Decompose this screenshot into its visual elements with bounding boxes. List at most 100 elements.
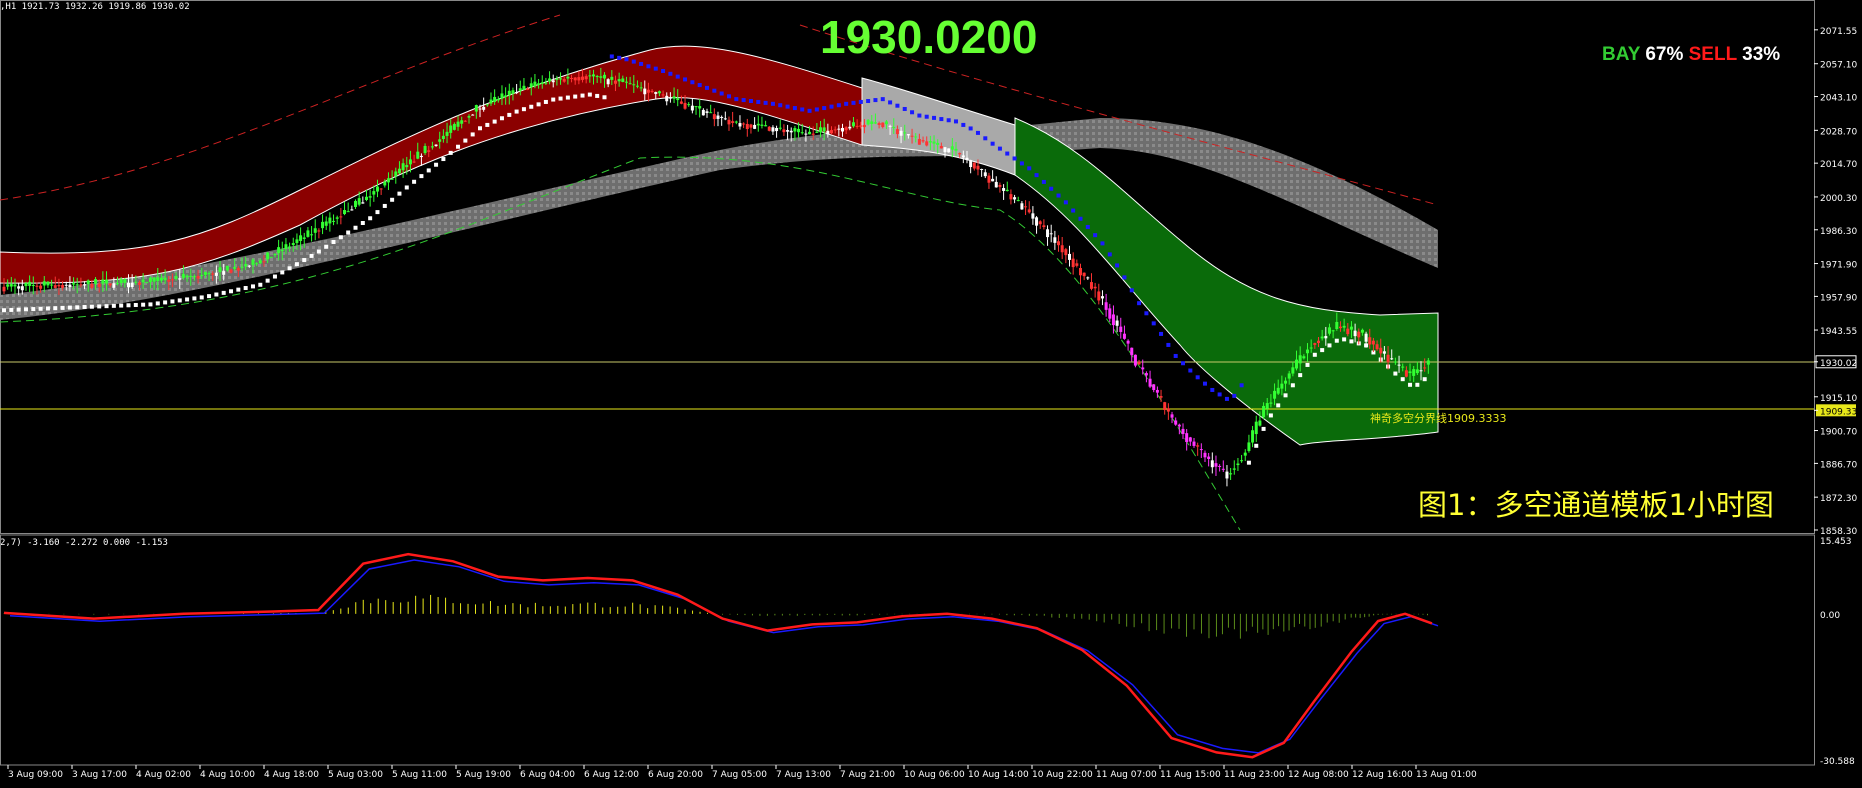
candle-body — [515, 92, 519, 94]
candle-body — [412, 161, 416, 163]
trend-dot — [397, 191, 402, 196]
trend-dot — [683, 77, 688, 82]
trend-dot — [756, 99, 761, 104]
candle-body — [1049, 233, 1053, 235]
candle-body — [1188, 437, 1192, 442]
candle-body — [1232, 468, 1236, 470]
candle-body — [819, 127, 823, 133]
candle-body — [1196, 445, 1200, 447]
candle-body — [859, 125, 863, 127]
candle-body — [192, 276, 196, 278]
candle-body — [881, 122, 885, 128]
candle-body — [1207, 456, 1211, 459]
trend-dot — [133, 302, 138, 307]
candle-body — [950, 146, 954, 150]
candle-body — [474, 105, 478, 112]
trend-dot — [492, 119, 497, 124]
trend-dot — [1283, 393, 1288, 398]
time-tick-label: 13 Aug 01:00 — [1416, 770, 1477, 780]
candle-body — [895, 129, 899, 135]
candle-body — [1240, 460, 1244, 462]
candle-body — [57, 285, 61, 287]
candle-body — [185, 275, 189, 278]
candle-body — [1243, 452, 1247, 456]
candle-body — [690, 105, 694, 111]
trend-dot — [229, 289, 234, 294]
candle-body — [635, 85, 639, 87]
candle-body — [258, 260, 262, 264]
candle-body — [1302, 356, 1306, 359]
candle-body — [394, 171, 398, 177]
trend-dot — [360, 221, 365, 226]
trend-dot — [1166, 342, 1171, 347]
indicator-panel-frame — [0, 534, 1815, 766]
candle-body — [1306, 349, 1310, 354]
price-axis: 2071.55 2057.10 2043.10 2028.70 2014.70 2000.… — [1814, 27, 1857, 537]
candle-body — [738, 123, 742, 127]
candle-body — [1415, 369, 1419, 374]
candle-body — [668, 97, 672, 99]
candle-body — [866, 119, 870, 125]
candle-body — [1298, 355, 1302, 364]
candle-body — [592, 74, 596, 77]
trend-dot — [1093, 233, 1098, 238]
candle-body — [386, 178, 390, 183]
candle-body — [123, 279, 127, 283]
candle-body — [877, 123, 881, 125]
trend-dot — [9, 307, 14, 312]
candle-body — [639, 87, 643, 89]
trend-dot — [551, 97, 556, 102]
time-tick-label: 3 Aug 17:00 — [72, 770, 127, 780]
trend-dot — [1100, 241, 1105, 246]
trend-dot — [1312, 352, 1317, 357]
candle-body — [526, 88, 530, 90]
time-tick-label: 7 Aug 21:00 — [840, 770, 895, 780]
candle-body — [1002, 188, 1006, 191]
trend-dot — [119, 303, 124, 308]
candle-body — [775, 127, 779, 132]
candle-body — [826, 130, 830, 135]
candle-body — [573, 77, 577, 81]
candle-body — [1013, 197, 1017, 200]
candle-body — [1086, 277, 1090, 279]
candle-body — [753, 124, 757, 129]
candle-body — [862, 124, 866, 128]
trend-dot — [45, 306, 50, 311]
candle-body — [1115, 320, 1119, 326]
trend-dot — [272, 274, 277, 279]
candle-body — [379, 188, 383, 190]
candle-body — [75, 284, 79, 286]
candle-body — [928, 141, 932, 143]
candle-body — [247, 265, 251, 267]
candle-body — [540, 82, 544, 84]
trend-dot — [565, 95, 570, 100]
trend-dot — [880, 97, 885, 102]
candle-body — [354, 200, 358, 208]
price-tick-label: 1872.30 — [1820, 494, 1857, 504]
candle-body — [332, 220, 336, 222]
trend-dot — [1305, 362, 1310, 367]
candle-body — [339, 216, 343, 218]
trend-dot — [814, 107, 819, 112]
candle-body — [42, 281, 46, 286]
candle-body — [731, 121, 735, 123]
candle-body — [1404, 370, 1408, 377]
candle-body — [1144, 373, 1148, 376]
candle-body — [1024, 206, 1028, 208]
candle-body — [196, 275, 200, 279]
candle-body — [13, 284, 17, 287]
candle-body — [1419, 370, 1423, 372]
trend-dot — [975, 130, 980, 135]
time-tick-label: 4 Aug 18:00 — [264, 770, 319, 780]
trend-dot — [1115, 263, 1120, 268]
candle-body — [126, 282, 130, 288]
candle-body — [445, 131, 449, 136]
candle-body — [771, 127, 775, 132]
candle-body — [522, 85, 526, 90]
candle-body — [1225, 471, 1229, 479]
trend-dot — [873, 98, 878, 103]
candle-body — [654, 92, 658, 94]
candle-body — [661, 94, 665, 96]
candle-body — [906, 134, 910, 136]
trend-dot — [1408, 382, 1413, 387]
